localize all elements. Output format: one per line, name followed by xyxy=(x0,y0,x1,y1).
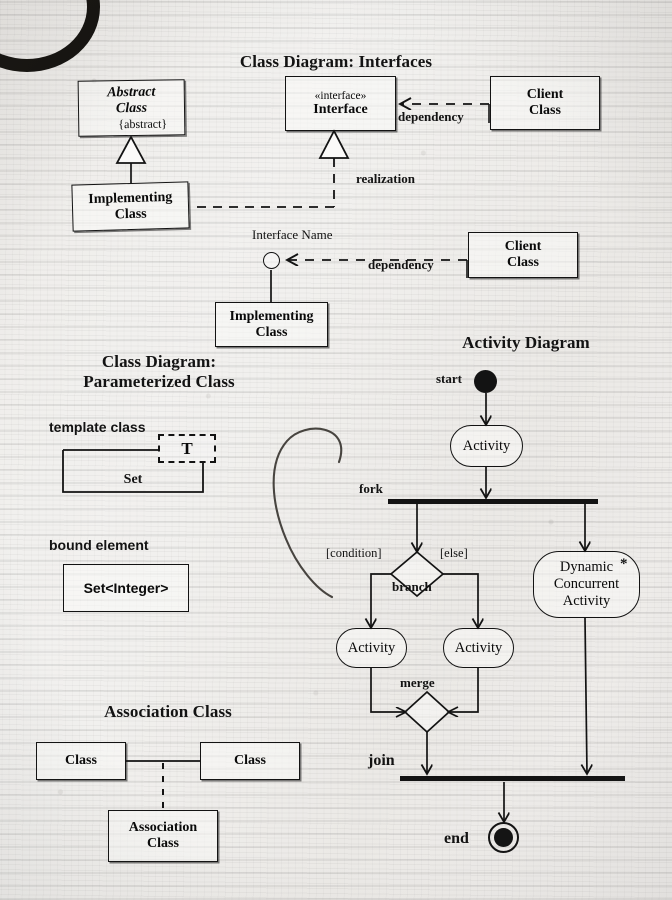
branch-label: branch xyxy=(392,579,432,594)
section-title-activity: Activity Diagram xyxy=(462,333,590,352)
dependency-label-lollipop: dependency xyxy=(368,257,434,272)
interface-stereotype: «interface» xyxy=(314,89,367,102)
association-connectors xyxy=(126,760,200,810)
template-parameter-box: T xyxy=(158,434,216,463)
implementing-class-box-generalization: Implementing Class xyxy=(71,181,190,232)
realization-label: realization xyxy=(356,171,415,186)
fork-bar xyxy=(388,499,598,504)
abstract-class-name-line1: Abstract xyxy=(107,84,156,100)
implementing-class-lollipop-line1: Implementing xyxy=(229,308,314,324)
guard-condition-label: [condition] xyxy=(326,546,382,560)
implementing-class-line2: Class xyxy=(114,206,147,222)
handdrawn-loop-annotation xyxy=(272,427,343,599)
merge-label: merge xyxy=(400,675,435,690)
generalization-abstract-implementing xyxy=(115,135,147,183)
association-class-box: Association Class xyxy=(108,810,218,862)
join-bar xyxy=(400,776,625,781)
template-class-name: Set xyxy=(123,472,143,487)
abstract-class-name-line2: Class xyxy=(115,100,148,116)
activity-node-right: Activity xyxy=(443,628,514,668)
interface-name: Interface xyxy=(313,101,368,117)
association-right-class-box: Class xyxy=(200,742,300,780)
implementing-class-lollipop-line2: Class xyxy=(255,324,288,340)
association-class-line1: Association xyxy=(128,820,198,835)
abstract-class-box: Abstract Class {abstract} xyxy=(77,79,186,137)
bound-element-box: Set<Integer> xyxy=(63,564,189,612)
template-parameter-label: T xyxy=(181,438,193,458)
activity-node-top-label: Activity xyxy=(462,437,511,454)
implementing-class-box-lollipop: Implementing Class xyxy=(215,302,328,347)
end-node-core xyxy=(494,828,513,847)
client-class-box-lollipop: Client Class xyxy=(468,232,578,278)
dependency-label-top: dependency xyxy=(398,109,464,124)
section-title-interfaces: Class Diagram: Interfaces xyxy=(239,52,433,71)
implementing-class-line1: Implementing xyxy=(88,189,173,207)
dynamic-activity-line2: Concurrent xyxy=(553,576,620,592)
client-class-lollipop-line2: Class xyxy=(507,255,539,270)
association-left-class-label: Class xyxy=(65,753,97,768)
dynamic-activity-line3: Activity xyxy=(562,593,611,609)
end-node xyxy=(488,822,519,853)
interface-name-label: Interface Name xyxy=(252,227,333,242)
association-right-class-label: Class xyxy=(234,753,266,768)
fork-label: fork xyxy=(359,481,383,496)
template-class-caption: template class xyxy=(49,419,146,435)
lollipop-interface-icon xyxy=(263,252,280,269)
client-class-lollipop-line1: Client xyxy=(504,239,542,254)
client-class-top-line2: Class xyxy=(529,103,561,118)
uml-reference-page: Class Diagram: Interfaces Abstract Class… xyxy=(0,0,672,900)
dynamic-activity-line1: Dynamic xyxy=(559,559,614,575)
end-label: end xyxy=(444,830,469,847)
section-title-parameterized-line2: Parameterized Class xyxy=(83,372,235,391)
join-label: join xyxy=(368,752,395,769)
association-class-line2: Class xyxy=(147,836,179,851)
guard-else-label: [else] xyxy=(440,546,468,560)
association-left-class-box: Class xyxy=(36,742,126,780)
bound-element-name: Set<Integer> xyxy=(83,580,169,596)
client-class-box-top: Client Class xyxy=(490,76,600,130)
dynamic-activity-multiplicity-marker: * xyxy=(620,556,628,572)
start-node xyxy=(474,370,497,393)
activity-node-top: Activity xyxy=(450,425,523,467)
activity-node-left-label: Activity xyxy=(347,639,396,656)
client-class-top-line1: Client xyxy=(526,87,564,102)
abstract-class-tag: {abstract} xyxy=(118,116,168,131)
activity-node-left: Activity xyxy=(336,628,407,668)
activity-node-right-label: Activity xyxy=(454,639,503,656)
section-title-association: Association Class xyxy=(104,702,232,721)
start-label: start xyxy=(436,371,462,386)
bound-element-caption: bound element xyxy=(49,537,149,553)
interface-box: «interface» Interface xyxy=(285,76,396,131)
realization-interface-implementing xyxy=(190,129,350,208)
section-title-parameterized-line1: Class Diagram: xyxy=(101,352,217,371)
